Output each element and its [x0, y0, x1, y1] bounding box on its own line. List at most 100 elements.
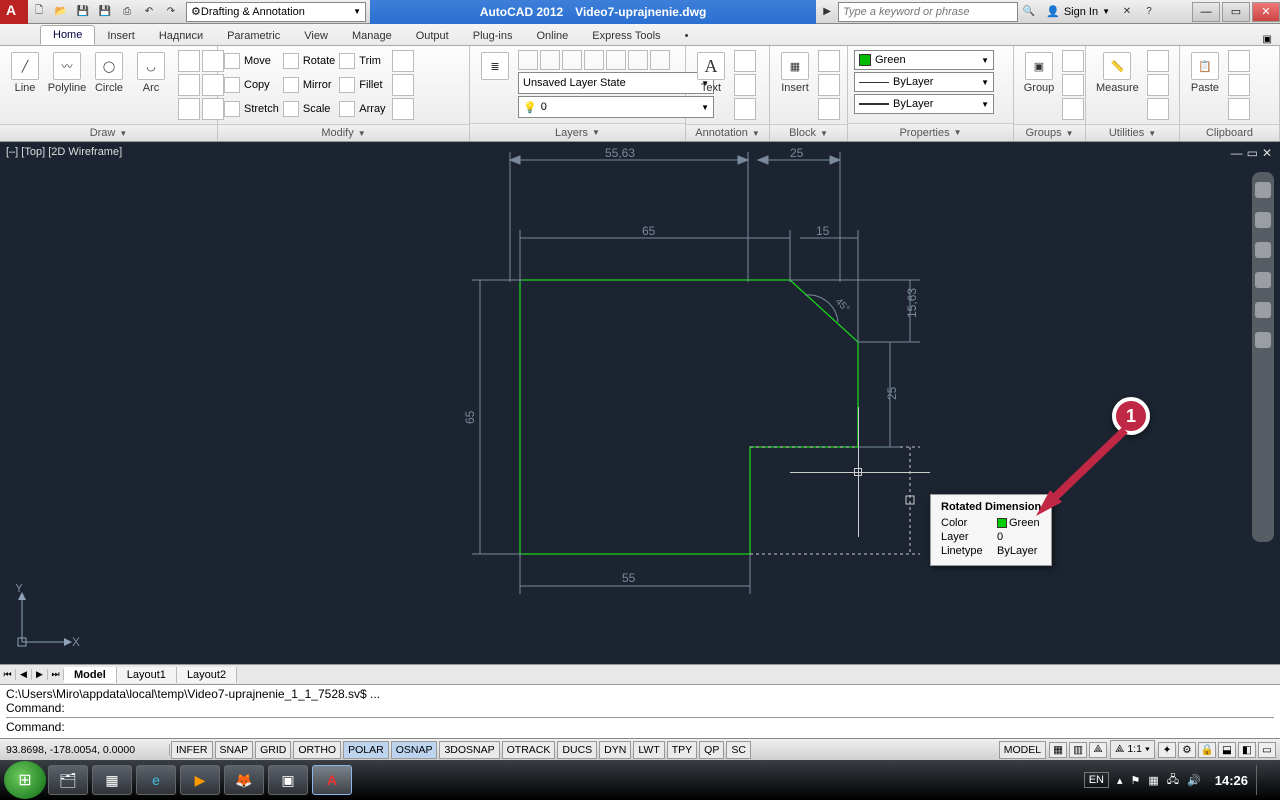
- ribbon-minimize-button[interactable]: ▣: [1263, 34, 1280, 45]
- toolbar-lock-icon[interactable]: 🔒: [1198, 742, 1216, 758]
- toggle-infer[interactable]: INFER: [171, 741, 213, 759]
- qat-open-icon[interactable]: 📂: [51, 2, 71, 22]
- layer-tool-4[interactable]: [584, 50, 604, 70]
- qat-undo-icon[interactable]: ↶: [139, 2, 159, 22]
- tab-plugins[interactable]: Plug-ins: [461, 27, 525, 45]
- layer-tool-7[interactable]: [650, 50, 670, 70]
- title-chevron-icon[interactable]: ▶: [817, 2, 837, 22]
- taskbar-mediaplayer[interactable]: ▶: [180, 765, 220, 795]
- trim-button[interactable]: Trim: [339, 50, 385, 72]
- line-button[interactable]: ╱Line: [6, 50, 44, 96]
- tab-bullet[interactable]: •: [673, 27, 701, 45]
- layout-nav-prev[interactable]: ◀: [16, 669, 32, 680]
- layer-tool-5[interactable]: [606, 50, 626, 70]
- point-button[interactable]: [178, 98, 200, 120]
- annotation-scale[interactable]: ⟁ 1:1 ▾: [1110, 740, 1155, 759]
- toggle-qp[interactable]: QP: [699, 741, 724, 759]
- toggle-snap[interactable]: SNAP: [215, 741, 254, 759]
- tray-show-hidden-icon[interactable]: ▴: [1117, 774, 1123, 787]
- cmd-prompt[interactable]: Command:: [6, 720, 1274, 734]
- steering-wheel-icon[interactable]: [1255, 212, 1271, 228]
- tab-parametric[interactable]: Parametric: [215, 27, 292, 45]
- doc-close-button[interactable]: ✕: [1262, 146, 1272, 160]
- group-button[interactable]: ▣Group: [1020, 50, 1058, 96]
- move-button[interactable]: Move: [224, 50, 279, 72]
- panel-title-utilities[interactable]: Utilities▼: [1086, 124, 1179, 141]
- toggle-ortho[interactable]: ORTHO: [293, 741, 341, 759]
- annoscale-icon[interactable]: ⟁: [1089, 742, 1107, 758]
- copy-clip-button[interactable]: [1228, 74, 1250, 96]
- panel-title-layers[interactable]: Layers▼: [470, 123, 685, 141]
- toggle-tpy[interactable]: TPY: [667, 741, 697, 759]
- workspace-switch-icon[interactable]: ⚙: [1178, 742, 1196, 758]
- taskbar-app-2[interactable]: ▣: [268, 765, 308, 795]
- color-dropdown[interactable]: Green▼: [854, 50, 994, 70]
- toggle-polar[interactable]: POLAR: [343, 741, 389, 759]
- tab-insert[interactable]: Insert: [95, 27, 147, 45]
- group-edit-button[interactable]: [1062, 74, 1084, 96]
- toggle-lwt[interactable]: LWT: [633, 741, 664, 759]
- taskbar-autocad[interactable]: A: [312, 765, 352, 795]
- modelspace-toggle[interactable]: MODEL: [999, 741, 1046, 759]
- grid-display-icon[interactable]: ▦: [1049, 742, 1067, 758]
- pan-icon[interactable]: [1255, 242, 1271, 258]
- orbit-icon[interactable]: [1255, 302, 1271, 318]
- create-block-button[interactable]: [818, 50, 840, 72]
- isolate-icon[interactable]: ◧: [1238, 742, 1256, 758]
- paste-button[interactable]: 📋Paste: [1186, 50, 1224, 96]
- panel-title-annotation[interactable]: Annotation▼: [686, 124, 769, 141]
- table-button[interactable]: [734, 98, 756, 120]
- tab-manage[interactable]: Manage: [340, 27, 404, 45]
- toggle-dyn[interactable]: DYN: [599, 741, 631, 759]
- dim-linear-button[interactable]: [734, 50, 756, 72]
- ungroup-button[interactable]: [1062, 50, 1084, 72]
- layout-nav-first[interactable]: ⏮: [0, 669, 16, 680]
- search-input[interactable]: [838, 2, 1018, 22]
- rotate-button[interactable]: Rotate: [283, 50, 335, 72]
- toggle-ducs[interactable]: DUCS: [557, 741, 597, 759]
- polyline-button[interactable]: 〰Polyline: [48, 50, 86, 96]
- coordinates-readout[interactable]: 93.8698, -178.0054, 0.0000: [0, 744, 170, 756]
- text-button[interactable]: AText: [692, 50, 730, 96]
- fillet-button[interactable]: Fillet: [339, 74, 385, 96]
- current-layer-dropdown[interactable]: 💡0▼: [518, 96, 714, 118]
- workspace-dropdown[interactable]: ⚙ Drafting & Annotation ▼: [186, 2, 366, 22]
- toggle-sc[interactable]: SC: [726, 741, 751, 759]
- window-close-button[interactable]: ✕: [1252, 2, 1280, 22]
- qat-plot-icon[interactable]: ⎙: [117, 2, 137, 22]
- panel-title-block[interactable]: Block▼: [770, 124, 847, 141]
- toggle-grid[interactable]: GRID: [255, 741, 291, 759]
- command-window[interactable]: C:\Users\Miro\appdata\local\temp\Video7-…: [0, 684, 1280, 738]
- layout-nav-next[interactable]: ▶: [32, 669, 48, 680]
- offset-button[interactable]: [392, 98, 414, 120]
- rectangle-button[interactable]: [178, 50, 200, 72]
- insert-block-button[interactable]: ▦Insert: [776, 50, 814, 96]
- doc-minimize-button[interactable]: —: [1231, 146, 1243, 160]
- mirror-button[interactable]: Mirror: [283, 74, 335, 96]
- group-select-button[interactable]: [1062, 98, 1084, 120]
- exchange-icon[interactable]: ✕: [1117, 2, 1137, 22]
- layout-tab-model[interactable]: Model: [64, 667, 117, 683]
- tray-volume-icon[interactable]: 🔊: [1187, 774, 1201, 787]
- hardware-accel-icon[interactable]: ⬓: [1218, 742, 1236, 758]
- toggle-osnap[interactable]: OSNAP: [391, 741, 438, 759]
- tray-action-center-icon[interactable]: ⚑: [1131, 774, 1141, 787]
- search-go-icon[interactable]: 🔍: [1019, 2, 1039, 22]
- explode-button[interactable]: [392, 74, 414, 96]
- window-maximize-button[interactable]: ▭: [1222, 2, 1250, 22]
- showmotion-icon[interactable]: [1255, 332, 1271, 348]
- tab-view[interactable]: View: [292, 27, 340, 45]
- taskbar-explorer[interactable]: 🗂: [48, 765, 88, 795]
- layout-tab-1[interactable]: Layout1: [117, 667, 177, 683]
- edit-block-button[interactable]: [818, 74, 840, 96]
- app-menu-button[interactable]: [0, 0, 28, 24]
- help-icon[interactable]: ?: [1139, 2, 1159, 22]
- panel-title-modify[interactable]: Modify▼: [218, 124, 469, 141]
- qat-new-icon[interactable]: 🗋: [29, 2, 49, 22]
- block-attr-button[interactable]: [818, 98, 840, 120]
- measure-button[interactable]: 📏Measure: [1092, 50, 1143, 96]
- id-point-button[interactable]: [1147, 98, 1169, 120]
- panel-title-properties[interactable]: Properties▼: [848, 123, 1013, 141]
- layer-properties-button[interactable]: ≣: [476, 50, 514, 84]
- viewport-label[interactable]: [–] [Top] [2D Wireframe]: [6, 146, 122, 158]
